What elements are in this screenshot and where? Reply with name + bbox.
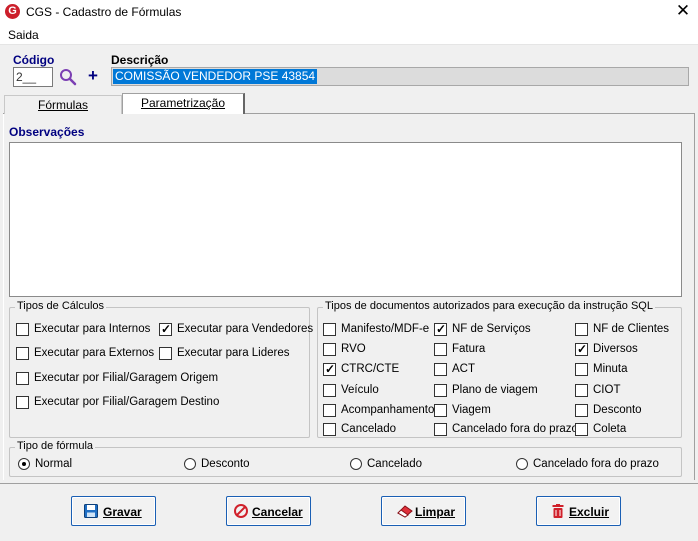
option-label: Executar por Filial/Garagem Origem — [34, 372, 219, 384]
checkbox-ciot[interactable] — [575, 384, 588, 397]
checkbox-desconto[interactable] — [575, 404, 588, 417]
checkbox-minuta[interactable] — [575, 363, 588, 376]
excluir-label: Excluir — [569, 505, 610, 519]
option-label: Normal — [35, 458, 73, 470]
descricao-value: COMISSÃO VENDEDOR PSE 43854 — [113, 69, 318, 84]
footer-separator — [0, 483, 698, 484]
codigo-label: Código — [13, 53, 55, 67]
checkbox-filial-destino[interactable] — [16, 396, 29, 409]
option-label: CIOT — [593, 384, 621, 396]
option-label: Executar para Externos — [34, 347, 155, 359]
checkbox-nf-servicos[interactable] — [434, 322, 447, 336]
tipo-formula-legend: Tipo de fórmula — [15, 440, 96, 452]
limpar-label: Limpar — [415, 505, 456, 519]
trash-icon — [551, 504, 565, 518]
checkbox-veiculo[interactable] — [323, 384, 336, 397]
excluir-button[interactable]: Excluir — [536, 496, 621, 526]
option-label: Executar para Vendedores — [177, 323, 314, 335]
option-label: ACT — [452, 363, 475, 375]
option-label: NF de Serviços — [452, 323, 531, 335]
gravar-label: Gravar — [103, 505, 142, 519]
checkbox-plano-viagem[interactable] — [434, 384, 447, 397]
tab-parametrizacao[interactable]: Parametrização — [122, 93, 245, 114]
limpar-button[interactable]: Limpar — [381, 496, 466, 526]
title-bar: G CGS - Cadastro de Fórmulas ✕ — [0, 0, 698, 26]
checkbox-rvo[interactable] — [323, 343, 336, 356]
option-label: Viagem — [452, 404, 491, 416]
checkbox-ctrc-cte[interactable] — [323, 362, 336, 376]
option-label: Acompanhamento — [341, 404, 435, 416]
tab-formulas-label: Fórmulas — [37, 98, 88, 112]
checkbox-cancelado-fora-prazo[interactable] — [434, 423, 447, 436]
checkbox-executar-vendedores[interactable] — [159, 322, 172, 336]
codigo-input[interactable]: 2__ — [13, 67, 53, 87]
menu-item-saida[interactable]: Saida — [8, 28, 39, 42]
radio-desconto[interactable] — [184, 458, 196, 470]
tab-parametrizacao-label: Parametrização — [140, 96, 226, 110]
checkbox-cancelado[interactable] — [323, 423, 336, 436]
checkbox-diversos[interactable] — [575, 342, 588, 356]
checkbox-executar-internos[interactable] — [16, 323, 29, 336]
app-logo-icon: G — [5, 4, 20, 19]
option-label: Fatura — [452, 343, 486, 355]
cancelar-label: Cancelar — [252, 505, 303, 519]
option-label: Cancelado fora do prazo — [452, 423, 578, 435]
option-label: Manifesto/MDF-e — [341, 323, 430, 335]
checkbox-executar-lideres[interactable] — [159, 347, 172, 360]
descricao-label: Descrição — [111, 53, 169, 67]
close-icon[interactable]: ✕ — [668, 0, 698, 24]
observacoes-textarea[interactable] — [9, 142, 682, 297]
radio-cancelado-fora-prazo[interactable] — [516, 458, 528, 470]
tipos-documentos-legend: Tipos de documentos autorizados para exe… — [323, 300, 655, 312]
option-label: Coleta — [593, 423, 627, 435]
descricao-input[interactable]: COMISSÃO VENDEDOR PSE 43854 — [111, 67, 689, 86]
checkbox-manifesto[interactable] — [323, 323, 336, 336]
radio-cancelado[interactable] — [350, 458, 362, 470]
save-icon — [84, 504, 98, 518]
option-label: Veículo — [341, 384, 379, 396]
option-label: Cancelado fora do prazo — [533, 458, 659, 470]
cancel-icon — [234, 504, 248, 518]
tab-formulas[interactable]: Fórmulas — [4, 95, 122, 114]
option-label: RVO — [341, 343, 366, 355]
add-icon[interactable]: + — [88, 66, 98, 86]
eraser-icon — [396, 504, 414, 518]
cancelar-button[interactable]: Cancelar — [226, 496, 311, 526]
checkbox-coleta[interactable] — [575, 423, 588, 436]
tipos-calculos-legend: Tipos de Cálculos — [15, 300, 107, 312]
option-label: Executar por Filial/Garagem Destino — [34, 396, 220, 408]
option-label: Desconto — [593, 404, 642, 416]
option-label: Diversos — [593, 343, 638, 355]
option-label: Executar para Internos — [34, 323, 151, 335]
option-label: Cancelado — [341, 423, 396, 435]
option-label: Minuta — [593, 363, 628, 375]
option-label: Executar para Lideres — [177, 347, 290, 359]
option-label: Plano de viagem — [452, 384, 538, 396]
window-title: CGS - Cadastro de Fórmulas — [26, 5, 182, 19]
codigo-value: 2__ — [16, 70, 37, 84]
option-label: Cancelado — [367, 458, 422, 470]
checkbox-filial-origem[interactable] — [16, 372, 29, 385]
gravar-button[interactable]: Gravar — [71, 496, 156, 526]
checkbox-executar-externos[interactable] — [16, 347, 29, 360]
observacoes-label: Observações — [9, 125, 85, 139]
checkbox-act[interactable] — [434, 363, 447, 376]
radio-normal[interactable] — [18, 458, 30, 470]
checkbox-nf-clientes[interactable] — [575, 323, 588, 336]
checkbox-acompanhamento[interactable] — [323, 404, 336, 417]
checkbox-viagem[interactable] — [434, 404, 447, 417]
checkbox-fatura[interactable] — [434, 343, 447, 356]
search-icon[interactable] — [59, 68, 77, 86]
option-label: NF de Clientes — [593, 323, 670, 335]
option-label: Desconto — [201, 458, 250, 470]
menu-bar: Saida — [0, 26, 698, 45]
option-label: CTRC/CTE — [341, 363, 400, 375]
